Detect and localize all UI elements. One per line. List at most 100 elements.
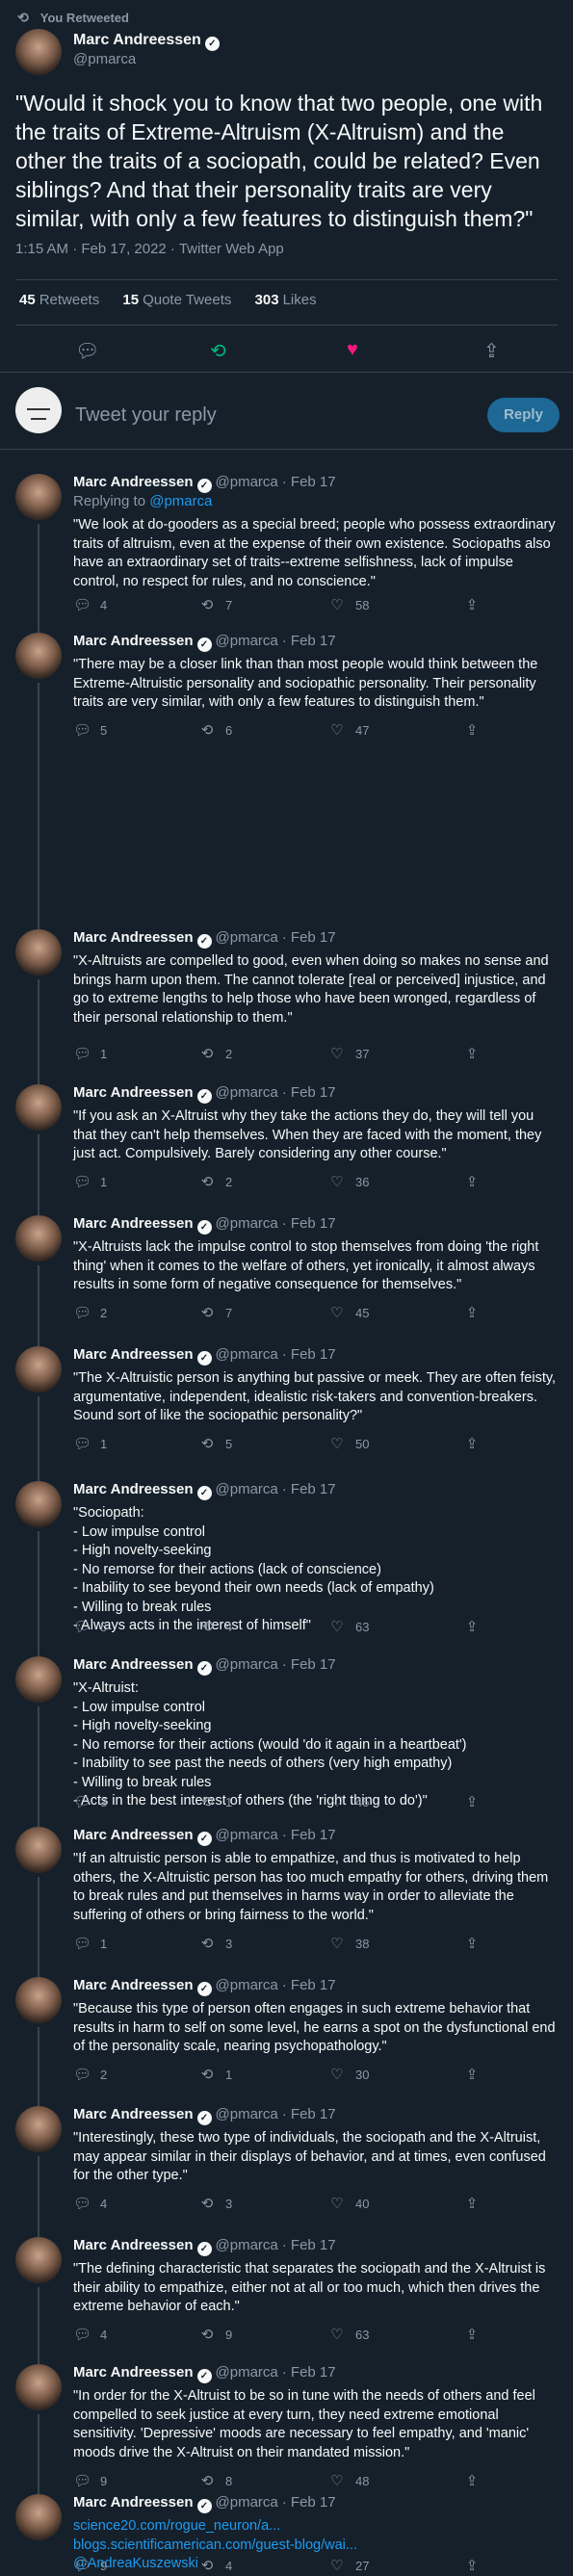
author-handle[interactable]: @pmarca [216,2106,278,2122]
tweet-date[interactable]: · Feb 17 [282,2237,336,2253]
retweets-stat[interactable]: 45 Retweets [19,292,99,308]
retweet-action[interactable]: ⟲ 3 [198,2195,233,2212]
avatar[interactable] [15,1656,62,1703]
share-action[interactable]: ⇪ [463,1045,490,1062]
author-handle[interactable]: @pmarca [216,1084,278,1101]
reply-tweet[interactable]: Marc Andreessen ✓ @pmarca · Feb 17 "If you a… [0,1073,573,1215]
author-handle[interactable]: @pmarca [216,929,278,946]
author-name-text[interactable]: Marc Andreessen [73,32,201,48]
tweet-date[interactable]: · Feb 17 [282,1346,336,1363]
reply-tweet[interactable]: Marc Andreessen ✓ @pmarca · Feb 17 "X-Altrui… [0,918,573,1084]
like-action[interactable]: ♡ 47 [328,721,369,739]
reply-tweet[interactable]: Marc Andreessen ✓ @pmarca · Feb 17 Replying … [0,462,573,633]
reply-action[interactable]: 💬︎ 5 [73,1618,107,1635]
avatar[interactable] [15,2364,62,2410]
like-action[interactable]: ♡ 63 [328,2326,369,2343]
reply-action[interactable]: 💬︎ 2 [73,1304,107,1321]
author-name[interactable]: Marc Andreessen [73,1977,194,1993]
author-name[interactable]: Marc Andreessen [73,1481,194,1497]
like-action[interactable]: ♡ 50 [328,1435,369,1452]
retweet-action[interactable]: ⟲ 9 [198,2326,233,2343]
avatar[interactable] [15,1977,62,2023]
share-action[interactable]: ⇪ [463,2066,490,2083]
author-handle[interactable]: @pmarca [216,2364,278,2381]
like-action[interactable]: ♡ 30 [328,2066,369,2083]
share-action[interactable]: ⇪ [463,1935,490,1952]
author-handle[interactable]: @pmarca [216,1215,278,1232]
reply-action[interactable]: 💬︎ 5 [73,721,107,739]
tweet-timestamp[interactable]: 1:15 AM · Feb 17, 2022 · Twitter Web App [15,241,284,257]
reply-tweet[interactable]: Marc Andreessen ✓ @pmarca · Feb 17 "Because … [0,1965,573,2106]
like-action[interactable]: ♡ 38 [328,1935,369,1952]
reply-action[interactable]: 💬︎ 4 [73,2326,107,2343]
author-name[interactable]: Marc Andreessen [73,1827,194,1843]
reply-tweet[interactable]: Marc Andreessen ✓ @pmarca · Feb 17 "X-Altrui… [0,1204,573,1346]
reply-tweet[interactable]: Marc Andreessen ✓ @pmarca · Feb 17 "The X-Al… [0,1335,573,1481]
author-name[interactable]: Marc Andreessen [73,2364,194,2381]
retweet-action[interactable]: ⟲ 2 [198,1173,233,1190]
retweet-action[interactable]: ⟲ 5 [198,1435,233,1452]
tweet-date[interactable]: · Feb 17 [282,929,336,946]
like-action[interactable]: ♡ 58 [328,596,369,613]
reply-button[interactable]: Reply [487,398,560,432]
like-action[interactable]: ♡ 45 [328,1304,369,1321]
avatar[interactable] [15,2494,62,2540]
like-icon[interactable]: ♥ [347,339,358,361]
avatar[interactable] [15,1827,62,1873]
tweet-date[interactable]: · Feb 17 [282,1977,336,1993]
retweet-action[interactable]: ⟲ 4 [198,2557,233,2574]
tweet-date[interactable]: · Feb 17 [282,1827,336,1843]
avatar[interactable] [15,1215,62,1262]
retweet-action[interactable]: ⟲ 3 [198,1935,233,1952]
avatar[interactable] [15,29,62,75]
tweet-date[interactable]: · Feb 17 [282,2494,336,2511]
author-handle[interactable]: @pmarca [73,51,136,67]
tweet-date[interactable]: · Feb 17 [282,1481,336,1497]
author-name[interactable]: Marc Andreessen [73,2494,194,2511]
author-name[interactable]: Marc Andreessen [73,1346,194,1363]
reply-icon[interactable]: 💬︎ [75,339,99,363]
retweet-action[interactable]: ⟲ 6 [198,721,233,739]
avatar[interactable] [15,929,62,976]
share-action[interactable]: ⇪ [463,596,490,613]
share-action[interactable]: ⇪ [463,721,490,739]
retweet-action[interactable]: ⟲ 7 [198,596,233,613]
avatar[interactable] [15,2106,62,2152]
author-handle[interactable]: @pmarca [216,2494,278,2511]
reply-input[interactable]: Tweet your reply [75,404,217,427]
reply-tweet[interactable]: Marc Andreessen ✓ @pmarca · Feb 17 "The defi… [0,2225,573,2364]
like-action[interactable]: ♡ 40 [328,2195,369,2212]
reply-tweet[interactable]: Marc Andreessen ✓ @pmarca · Feb 17 "Sociopat… [0,1470,573,1656]
replying-to-link[interactable]: @pmarca [149,493,212,509]
tweet-date[interactable]: · Feb 17 [282,474,336,490]
retweet-action[interactable]: ⟲ 1 [198,2066,233,2083]
author-name[interactable]: Marc Andreessen [73,1656,194,1673]
reply-tweet[interactable]: Marc Andreessen ✓ @pmarca · Feb 17 "X-Altrui… [0,1645,573,1827]
author-name[interactable]: Marc Andreessen [73,2106,194,2122]
avatar[interactable] [15,2237,62,2283]
share-icon[interactable]: ⇪ [483,339,500,363]
reply-action[interactable]: 💬︎ 1 [73,1435,107,1452]
tweet-date[interactable]: · Feb 17 [282,2364,336,2381]
author-handle[interactable]: @pmarca [216,1481,278,1497]
avatar[interactable] [15,474,62,520]
avatar[interactable] [15,633,62,679]
retweet-action[interactable]: ⟲ 7 [198,1304,233,1321]
share-action[interactable]: ⇪ [463,1435,490,1452]
reply-tweet[interactable]: Marc Andreessen ✓ @pmarca · Feb 17 "Interest… [0,2095,573,2237]
avatar[interactable] [15,1481,62,1527]
retweet-icon[interactable]: ⟲ [210,339,226,363]
reply-tweet[interactable]: Marc Andreessen ✓ @pmarca · Feb 17 science20… [0,2483,573,2574]
author-name[interactable]: Marc Andreessen [73,474,194,490]
retweet-action[interactable]: ⟲ 2 [198,1045,233,1062]
reply-tweet[interactable]: Marc Andreessen ✓ @pmarca · Feb 17 "There ma… [0,621,573,929]
avatar[interactable] [15,1084,62,1131]
share-action[interactable]: ⇪ [463,2195,490,2212]
retweet-action[interactable]: ⟲ 1 [198,1793,233,1810]
author-handle[interactable]: @pmarca [216,1346,278,1363]
tweet-date[interactable]: · Feb 17 [282,2106,336,2122]
author-handle[interactable]: @pmarca [216,474,278,490]
author-handle[interactable]: @pmarca [216,2237,278,2253]
author-name[interactable]: Marc Andreessen [73,633,194,649]
tweet-date[interactable]: · Feb 17 [282,1215,336,1232]
